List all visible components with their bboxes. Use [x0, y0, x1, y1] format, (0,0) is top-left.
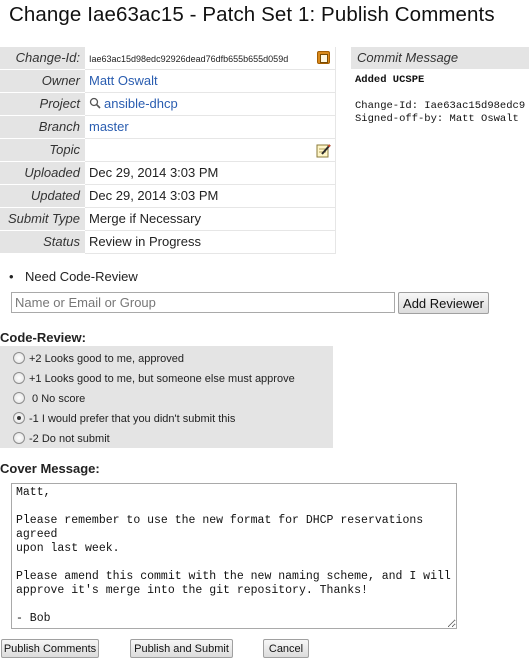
change-info-table: Change-Id: Iae63ac15d98edc92926dead76dfb… [0, 47, 336, 254]
publish-and-submit-button[interactable]: Publish and Submit [130, 639, 233, 658]
updated-value: Dec 29, 2014 3:03 PM [85, 184, 336, 208]
option-label: +1 Looks good to me, but someone else mu… [29, 373, 295, 385]
info-label: Branch [0, 115, 85, 139]
cover-message-textarea[interactable]: Matt, Please remember to use the new for… [11, 483, 457, 629]
info-label: Project [0, 92, 85, 116]
code-review-option-plus2[interactable]: +2 Looks good to me, approved [13, 352, 184, 366]
code-review-options: +2 Looks good to me, approved +1 Looks g… [0, 346, 333, 448]
add-reviewer-button[interactable]: Add Reviewer [398, 292, 489, 314]
info-row-updated: Updated Dec 29, 2014 3:03 PM [0, 184, 336, 208]
radio-button-checked[interactable] [13, 412, 25, 424]
info-label: Status [0, 230, 85, 254]
option-label: -2 Do not submit [29, 433, 110, 445]
cover-message-label: Cover Message: [0, 461, 100, 476]
info-label: Submit Type [0, 207, 85, 231]
info-row-submit-type: Submit Type Merge if Necessary [0, 207, 336, 231]
owner-link[interactable]: Matt Oswalt [89, 73, 158, 88]
option-label: -1 I would prefer that you didn't submit… [29, 413, 236, 425]
info-label: Change-Id: [0, 47, 85, 70]
info-row-topic: Topic [0, 138, 336, 162]
change-id-value: Iae63ac15d98edc92926dead76dfb655b655d059… [89, 54, 289, 65]
code-review-option-plus1[interactable]: +1 Looks good to me, but someone else mu… [13, 372, 295, 386]
code-review-option-minus2[interactable]: -2 Do not submit [13, 432, 110, 446]
commit-message-header: Commit Message [351, 47, 529, 69]
status-value: Review in Progress [85, 230, 336, 254]
need-code-review-item: • Need Code-Review [9, 269, 138, 284]
radio-button[interactable] [13, 352, 25, 364]
info-label: Updated [0, 184, 85, 208]
option-label: +2 Looks good to me, approved [29, 353, 185, 365]
cancel-button[interactable]: Cancel [263, 639, 309, 658]
info-label: Owner [0, 69, 85, 93]
page-title: Change Iae63ac15 - Patch Set 1: Publish … [9, 3, 495, 26]
uploaded-value: Dec 29, 2014 3:03 PM [85, 161, 336, 185]
info-row-owner: Owner Matt Oswalt [0, 69, 336, 93]
radio-button[interactable] [13, 372, 25, 384]
search-icon[interactable] [89, 97, 101, 109]
info-row-change-id: Change-Id: Iae63ac15d98edc92926dead76dfb… [0, 47, 336, 70]
option-label: 0 No score [29, 393, 86, 405]
info-label: Uploaded [0, 161, 85, 185]
branch-link[interactable]: master [89, 119, 129, 134]
code-review-option-minus1[interactable]: -1 I would prefer that you didn't submit… [13, 412, 235, 426]
edit-pencil-icon[interactable] [316, 143, 331, 158]
commit-signed-off-line: Signed-off-by: Matt Oswalt [355, 113, 519, 125]
bullet-icon: • [9, 269, 14, 284]
commit-change-id-line: Change-Id: Iae63ac15d98edc9 [355, 100, 526, 112]
publish-comments-button[interactable]: Publish Comments [1, 639, 99, 658]
info-row-project: Project ansible-dhcp [0, 92, 336, 116]
project-link[interactable]: ansible-dhcp [104, 96, 178, 111]
submit-type-value: Merge if Necessary [85, 207, 336, 231]
code-review-label: Code-Review: [0, 330, 86, 345]
info-row-status: Status Review in Progress [0, 230, 336, 254]
radio-button[interactable] [13, 432, 25, 444]
info-label: Topic [0, 138, 85, 162]
copy-clipboard-icon[interactable] [317, 51, 330, 64]
radio-button[interactable] [13, 392, 25, 404]
commit-message-panel: Commit Message Added UCSPE Change-Id: Iae… [351, 47, 529, 133]
need-code-review-label: Need Code-Review [25, 269, 138, 284]
code-review-option-zero[interactable]: 0 No score [13, 392, 85, 406]
info-row-uploaded: Uploaded Dec 29, 2014 3:03 PM [0, 161, 336, 185]
info-row-branch: Branch master [0, 115, 336, 139]
commit-subject: Added UCSPE [355, 74, 425, 86]
reviewer-search-input[interactable] [11, 292, 395, 313]
